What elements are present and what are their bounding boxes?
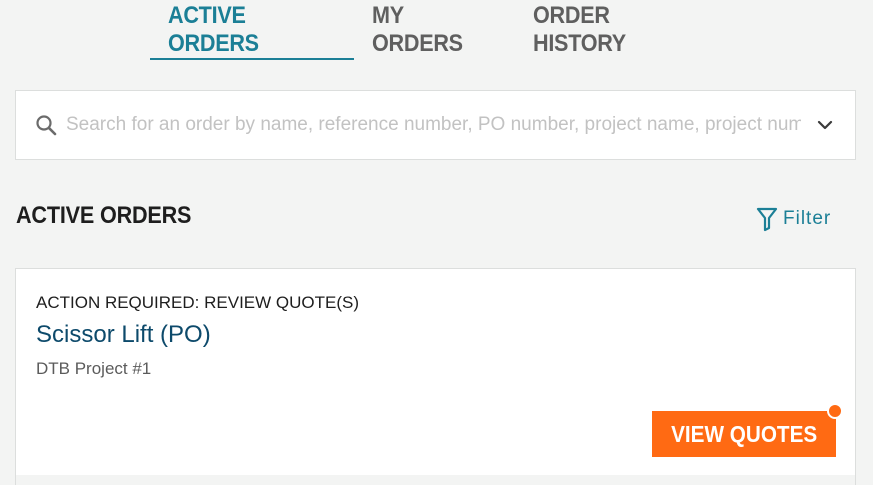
order-tabs: ACTIVE ORDERS MY ORDERS ORDER HISTORY	[150, 0, 715, 60]
search-input[interactable]	[66, 105, 801, 145]
tab-order-history[interactable]: ORDER HISTORY	[515, 0, 715, 60]
order-card: ACTION REQUIRED: REVIEW QUOTE(S) Scissor…	[15, 268, 856, 485]
order-status: ACTION REQUIRED: REVIEW QUOTE(S)	[36, 293, 360, 312]
filter-icon	[756, 206, 778, 232]
tab-active-orders[interactable]: ACTIVE ORDERS	[150, 0, 354, 60]
order-title-link[interactable]: Scissor Lift (PO)	[36, 321, 211, 349]
card-footer-strip	[16, 475, 855, 485]
section-title: ACTIVE ORDERS	[16, 202, 192, 229]
tab-label: MY ORDERS	[372, 2, 463, 57]
orders-page: ACTIVE ORDERS MY ORDERS ORDER HISTORY AC…	[0, 0, 873, 485]
notification-dot	[827, 403, 843, 419]
tab-label: ACTIVE ORDERS	[150, 0, 352, 60]
view-quotes-label: VIEW QUOTES	[670, 420, 818, 447]
chevron-down-icon[interactable]	[813, 113, 837, 137]
order-project: DTB Project #1	[36, 359, 152, 378]
tab-my-orders[interactable]: MY ORDERS	[354, 0, 515, 60]
search-icon	[34, 113, 58, 137]
view-quotes-button[interactable]: VIEW QUOTES	[652, 411, 836, 457]
tab-label: ORDER HISTORY	[533, 2, 626, 57]
filter-label: Filter	[783, 208, 832, 229]
order-search-bar	[15, 90, 856, 160]
filter-button[interactable]: Filter	[756, 206, 831, 232]
